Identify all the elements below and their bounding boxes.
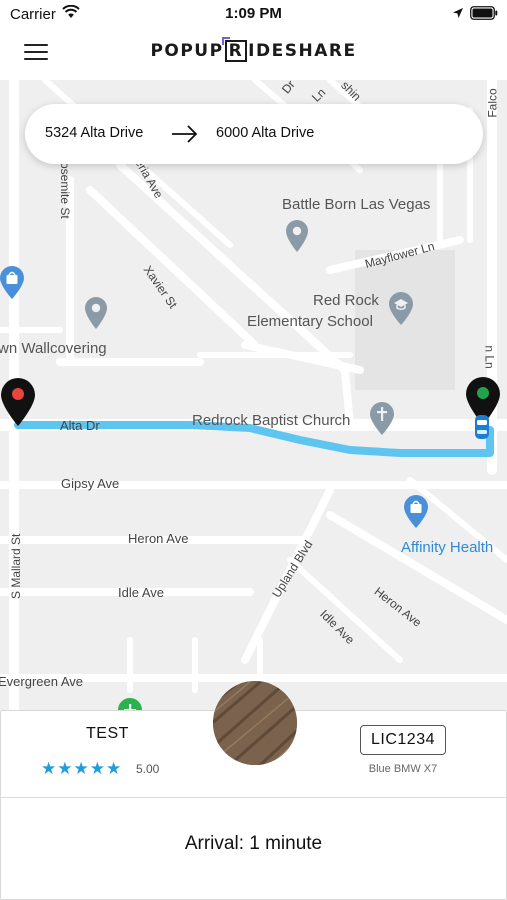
poi-label-affinity-health: Affinity Health	[401, 539, 494, 556]
poi-label-red-rock: Red Rock	[313, 292, 379, 309]
arrival-time: Arrival: 1 minute	[184, 833, 323, 854]
avatar-wood-texture	[213, 681, 297, 765]
driver-avatar[interactable]	[213, 681, 297, 765]
poi-label-red-rock-school: Elementary School	[247, 313, 373, 330]
vehicle-description: Blue BMW X7	[368, 763, 438, 775]
route-card[interactable]: 5324 Alta Drive 6000 Alta Drive	[25, 104, 483, 164]
church-pin-icon	[370, 402, 394, 435]
rating-value: 5.00	[136, 762, 160, 776]
location-arrow-icon	[453, 8, 463, 18]
status-time: 1:09 PM	[225, 5, 282, 22]
logo-text-right: IDESHARE	[248, 41, 357, 61]
poi-pin-icon	[286, 220, 308, 252]
right-arrow-icon	[172, 125, 198, 143]
street-label-falcon: Falco	[485, 88, 500, 118]
driver-panel: TEST ★★★★★ 5.00 LIC1234 Blue BMW X7 Arri…	[0, 681, 507, 900]
affinity-health-pin-icon	[404, 495, 428, 528]
street-label-evergreen-ave: Evergreen Ave	[0, 674, 84, 689]
school-pin-icon	[389, 292, 413, 325]
origin-marker-icon[interactable]	[0, 377, 36, 427]
route-destination: 6000 Alta Drive	[216, 125, 315, 141]
poi-label-battle-born: Battle Born Las Vegas	[282, 196, 431, 213]
street-label-alta-dr: Alta Dr	[60, 418, 100, 433]
app-header: POPUP R IDESHARE	[0, 28, 507, 80]
street-label-yosemite-st: osemite St	[58, 162, 72, 219]
status-bar: Carrier 1:09 PM	[0, 0, 507, 28]
battery-icon	[470, 6, 498, 20]
green-poi-pin-icon	[118, 698, 142, 710]
street-label-heron-ave: Heron Ave	[128, 531, 189, 546]
street-label-gipsy-ave: Gipsy Ave	[61, 476, 120, 491]
panel-divider	[1, 797, 506, 798]
rating-stars: ★★★★★	[41, 759, 123, 778]
poi-pin-icon	[85, 297, 107, 329]
street-label-idle-ave: Idle Ave	[118, 585, 165, 600]
car-icon	[475, 415, 489, 439]
logo-text-left: POPUP	[150, 41, 224, 61]
poi-label-church: Redrock Baptist Church	[192, 412, 351, 429]
license-plate: LIC1234	[360, 725, 446, 755]
shopping-pin-icon	[0, 266, 24, 299]
map-canvas	[0, 80, 507, 710]
app-logo: POPUP R IDESHARE	[0, 37, 507, 62]
street-label-ln-right: n Ln	[482, 345, 497, 369]
street-label-s-mallard-st: S Mallard St	[9, 533, 23, 599]
map-view[interactable]: Alta Dr Gipsy Ave Heron Ave Idle Ave Eve…	[0, 80, 507, 710]
logo-r-mark: R	[221, 37, 248, 62]
route-origin: 5324 Alta Drive	[45, 125, 144, 141]
poi-label-wallcovering: wn Wallcovering	[0, 340, 107, 357]
driver-name: TEST	[86, 725, 129, 742]
